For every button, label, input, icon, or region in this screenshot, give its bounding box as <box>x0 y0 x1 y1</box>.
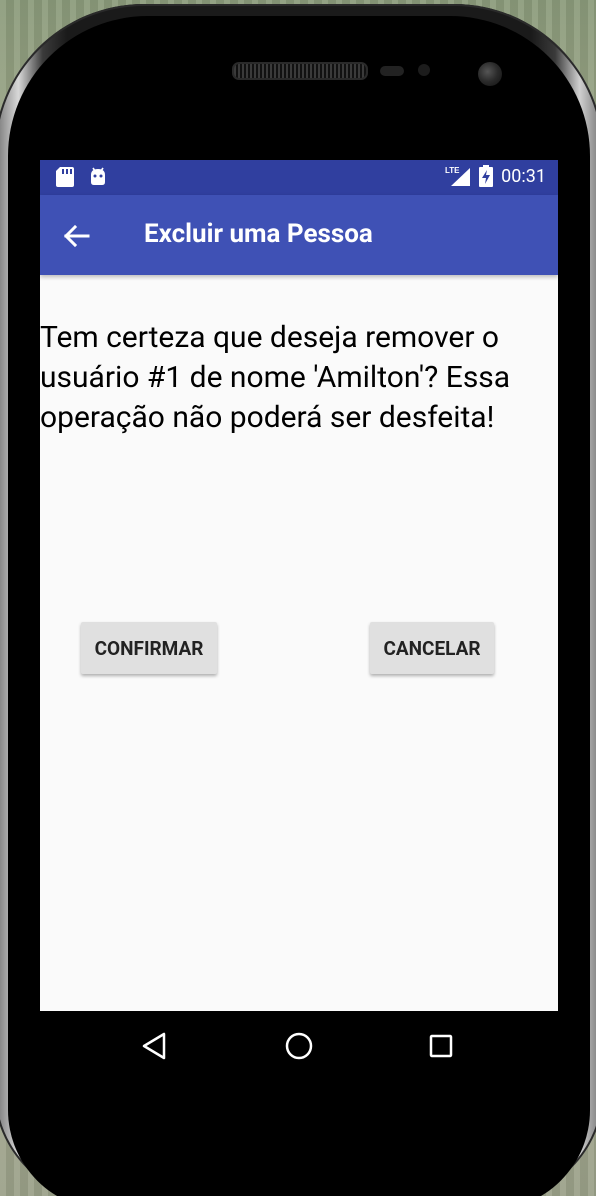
status-right: LTE 00:31 <box>445 165 546 187</box>
cancel-button[interactable]: CANCELAR <box>370 622 494 674</box>
front-camera <box>478 62 502 86</box>
earpiece-speaker <box>232 62 368 80</box>
nav-recents-icon[interactable] <box>426 1031 456 1061</box>
arrow-back-icon[interactable] <box>62 221 92 251</box>
confirmation-message: Tem certeza que deseja remover o usuário… <box>40 320 511 435</box>
signal-icon: LTE <box>445 166 471 186</box>
proximity-sensor <box>380 66 404 76</box>
android-icon <box>91 167 105 185</box>
confirm-button[interactable]: CONFIRMAR <box>81 622 217 674</box>
nav-home-icon[interactable] <box>284 1031 314 1061</box>
navigation-bar <box>40 1011 558 1081</box>
screen: LTE 00:31 Excluir uma Pessoa Tem certeza… <box>40 160 558 1011</box>
status-left <box>56 167 108 187</box>
battery-charging-icon <box>479 165 494 187</box>
page-title: Excluir uma Pessoa <box>144 219 373 249</box>
app-bar: Excluir uma Pessoa <box>40 195 558 275</box>
nav-back-icon[interactable] <box>140 1031 170 1061</box>
status-bar: LTE 00:31 <box>40 160 558 195</box>
status-time: 00:31 <box>501 165 546 187</box>
light-sensor <box>418 64 430 76</box>
svg-text:LTE: LTE <box>445 166 460 175</box>
sd-card-icon <box>56 167 74 187</box>
